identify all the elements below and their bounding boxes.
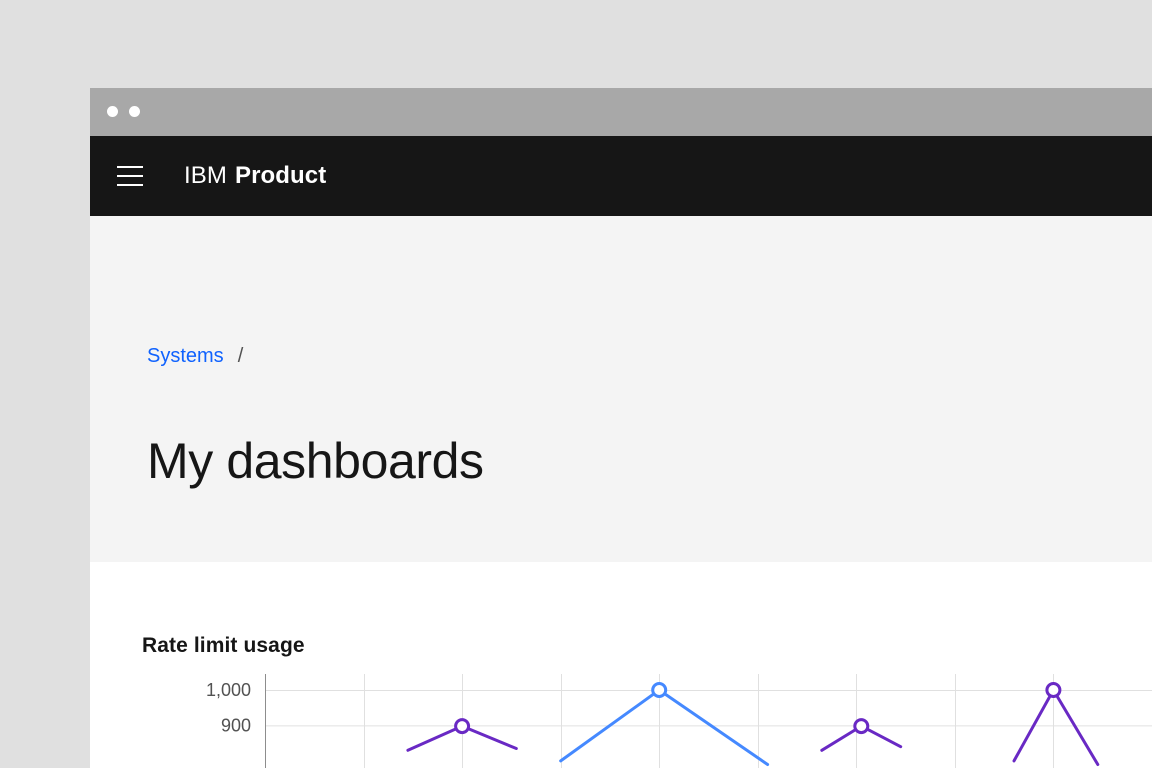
window-dot-1[interactable] bbox=[107, 106, 118, 117]
window-dot-2[interactable] bbox=[129, 106, 140, 117]
breadcrumb: Systems / bbox=[147, 345, 243, 368]
chart-y-tick-label: 900 bbox=[221, 715, 251, 735]
hamburger-line-3 bbox=[117, 184, 143, 186]
app-brand[interactable]: IBM Product bbox=[184, 136, 326, 216]
chart-data-point bbox=[1045, 682, 1062, 698]
chart-series-line bbox=[559, 688, 770, 766]
chart-data-point bbox=[454, 718, 471, 735]
chart-series-line bbox=[1012, 688, 1100, 766]
breadcrumb-item-systems[interactable]: Systems bbox=[147, 345, 224, 368]
breadcrumb-separator: / bbox=[237, 345, 244, 367]
hamburger-line-2 bbox=[117, 175, 143, 177]
chart-svg: 1,000 900 bbox=[206, 674, 1152, 768]
screen: IBM Product Systems / My dashboards Secu… bbox=[0, 0, 1152, 768]
window-titlebar bbox=[90, 88, 1152, 136]
dashboard-panel: Rate limit usage 1,000 900 bbox=[90, 562, 1152, 768]
chart-y-tick-label: 1,000 bbox=[206, 680, 251, 700]
browser-window: IBM Product Systems / My dashboards Secu… bbox=[90, 88, 1152, 768]
rate-limit-usage-chart: 1,000 900 bbox=[90, 672, 1152, 768]
hamburger-line-1 bbox=[117, 166, 143, 168]
chart-title: Rate limit usage bbox=[142, 634, 305, 657]
app-header: IBM Product bbox=[90, 136, 1152, 216]
chart-data-point bbox=[853, 718, 870, 735]
brand-name: Product bbox=[234, 162, 327, 189]
brand-prefix: IBM bbox=[184, 162, 227, 189]
hamburger-menu-icon[interactable] bbox=[110, 156, 150, 196]
chart-data-point bbox=[651, 682, 668, 698]
page-title: My dashboards bbox=[147, 432, 484, 489]
